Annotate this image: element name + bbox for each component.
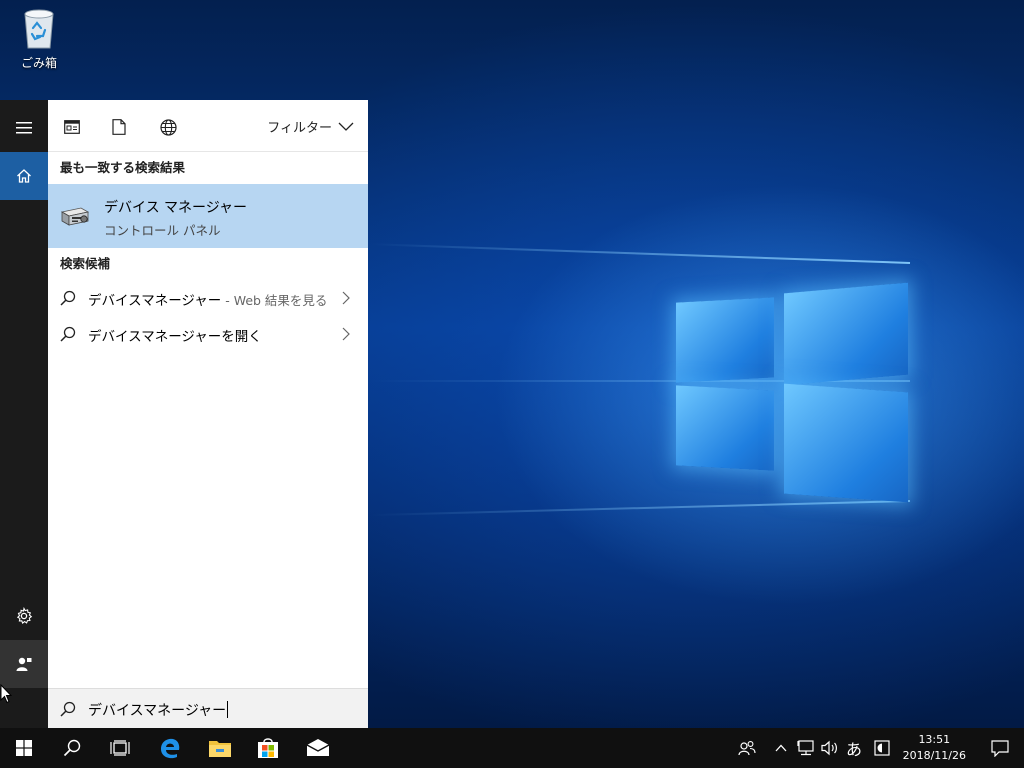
microsoft-store-button[interactable] bbox=[244, 728, 292, 768]
search-input[interactable]: デバイスマネージャー bbox=[48, 688, 368, 728]
search-icon bbox=[60, 701, 76, 717]
best-match-header: 最も一致する検索結果 bbox=[60, 160, 186, 175]
taskbar-search-button[interactable] bbox=[48, 728, 96, 768]
best-match-title: デバイス マネージャー bbox=[104, 200, 248, 216]
edge-browser-icon bbox=[161, 738, 180, 759]
recycle-bin-icon bbox=[24, 9, 54, 49]
best-match-item[interactable]: デバイス マネージャー コントロール パネル bbox=[48, 184, 368, 248]
folder-icon bbox=[209, 741, 231, 757]
suggestion-item-web[interactable]: デバイスマネージャー - Web 結果を見る bbox=[48, 280, 368, 316]
network-button[interactable] bbox=[794, 728, 818, 768]
ime-pad-icon bbox=[874, 740, 890, 756]
web-scope-button[interactable] bbox=[157, 116, 179, 138]
start-button[interactable] bbox=[0, 728, 48, 768]
best-match-subtitle: コントロール パネル bbox=[104, 223, 221, 238]
taskbar: あ 13:51 2018/11/26 bbox=[0, 728, 1024, 768]
app-window-icon bbox=[64, 120, 80, 134]
suggestion-text: デバイスマネージャー bbox=[88, 293, 222, 309]
chevron-up-icon bbox=[775, 744, 787, 752]
ime-mode-indicator[interactable]: あ bbox=[842, 728, 866, 768]
search-icon bbox=[63, 739, 81, 757]
user-account-icon bbox=[16, 657, 32, 671]
hamburger-menu-button[interactable] bbox=[0, 104, 48, 152]
mail-envelope-icon bbox=[306, 739, 330, 756]
clock-date: 2018/11/26 bbox=[902, 749, 966, 762]
user-account-button[interactable] bbox=[0, 640, 48, 688]
hamburger-menu-icon bbox=[16, 122, 32, 134]
chevron-down-icon bbox=[338, 122, 354, 131]
clock-time: 13:51 bbox=[918, 733, 951, 746]
recycle-bin-label: ごみ箱 bbox=[20, 56, 57, 70]
text-caret bbox=[227, 701, 229, 718]
search-results-panel: フィルター 最も一致する検索結果 デバイス マネージャー コントロール パネル … bbox=[48, 100, 368, 728]
mouse-cursor-icon bbox=[0, 684, 12, 704]
network-icon bbox=[797, 740, 814, 756]
notification-icon bbox=[991, 739, 1009, 757]
settings-button[interactable] bbox=[0, 592, 48, 640]
suggestion-text: デバイスマネージャーを開く bbox=[88, 329, 262, 345]
file-explorer-button[interactable] bbox=[196, 728, 244, 768]
search-query-text: デバイスマネージャー bbox=[88, 703, 227, 719]
windows-logo-wallpaper bbox=[674, 268, 910, 504]
home-button[interactable] bbox=[0, 152, 48, 200]
start-rail bbox=[0, 100, 48, 728]
filter-label: フィルター bbox=[267, 121, 332, 136]
suggestion-item-open[interactable]: デバイスマネージャーを開く bbox=[48, 316, 368, 352]
documents-scope-button[interactable] bbox=[108, 116, 130, 138]
action-center-button[interactable] bbox=[976, 728, 1024, 768]
mail-button[interactable] bbox=[294, 728, 342, 768]
chevron-right-icon bbox=[342, 291, 350, 305]
filter-dropdown[interactable]: フィルター bbox=[267, 117, 354, 136]
people-button[interactable] bbox=[734, 728, 760, 768]
suggestions-header: 検索候補 bbox=[60, 256, 111, 271]
task-view-button[interactable] bbox=[96, 728, 144, 768]
document-icon bbox=[112, 119, 126, 135]
taskbar-clock[interactable]: 13:51 2018/11/26 bbox=[903, 732, 966, 764]
windows-start-icon bbox=[16, 740, 32, 756]
speaker-icon bbox=[821, 740, 837, 756]
show-hidden-icons-button[interactable] bbox=[772, 728, 790, 768]
task-view-icon bbox=[110, 740, 130, 756]
device-manager-icon bbox=[60, 207, 90, 226]
store-bag-icon bbox=[258, 738, 278, 758]
chevron-right-icon bbox=[342, 327, 350, 341]
suggestion-suffix: - Web 結果を見る bbox=[221, 293, 328, 308]
globe-icon bbox=[159, 118, 177, 136]
search-icon bbox=[60, 326, 76, 342]
search-icon bbox=[60, 290, 76, 306]
edge-browser-button[interactable] bbox=[146, 728, 194, 768]
ime-pad-button[interactable] bbox=[870, 728, 894, 768]
search-scope-bar: フィルター bbox=[48, 100, 368, 152]
people-icon bbox=[738, 741, 756, 756]
recycle-bin[interactable]: ごみ箱 bbox=[12, 6, 66, 76]
volume-button[interactable] bbox=[818, 728, 842, 768]
home-icon bbox=[17, 169, 31, 183]
apps-scope-button[interactable] bbox=[61, 116, 83, 138]
gear-icon bbox=[16, 607, 33, 624]
